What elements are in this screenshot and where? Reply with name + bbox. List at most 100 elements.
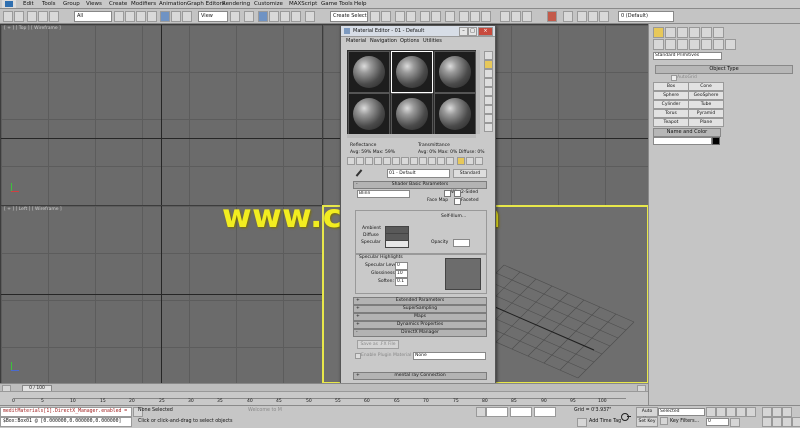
shapes-icon[interactable] [665,39,676,50]
lights-icon[interactable] [677,39,688,50]
menu-rendering[interactable]: Rendering [222,0,250,8]
two-sided-checkbox[interactable] [454,190,461,197]
menu-edit[interactable]: Edit [23,0,34,8]
tube-button[interactable]: Tube [688,100,724,109]
move-icon[interactable] [160,11,170,22]
material-map-navigator-icon[interactable] [484,123,493,132]
cylinder-button[interactable]: Cylinder [653,100,689,109]
options-icon[interactable] [475,157,483,165]
extended-parameters-rollout[interactable]: + Extended Parameters [353,297,487,305]
space-warps-icon[interactable] [713,39,724,50]
rendered-frame-window-icon[interactable] [470,11,480,22]
geosphere-button[interactable]: GeoSphere [688,91,724,100]
sample-type-icon[interactable] [484,51,493,60]
time-tag-icon[interactable] [577,418,587,427]
menu-group[interactable]: Group [63,0,80,8]
name-and-color-rollout[interactable]: Name and Color [653,128,721,137]
menu-material[interactable]: Material [346,37,366,45]
torus-button[interactable]: Torus [653,109,689,118]
menu-maxscript[interactable]: MAXScript [289,0,317,8]
assign-material-icon[interactable] [365,157,373,165]
sample-slot-1[interactable] [348,51,390,93]
snaps-toggle-icon[interactable] [258,11,268,22]
mental-ray-connection-rollout[interactable]: + mental ray Connection [353,372,487,380]
specular-level-field[interactable]: 0 [395,262,408,270]
helpers-icon[interactable] [701,39,712,50]
redo-icon[interactable] [14,11,24,22]
maxscript-listener-line1[interactable]: meditMaterials[1].DirectX_Manager.enable… [0,407,132,417]
utilities-tab-icon[interactable] [713,27,724,38]
next-frame-icon[interactable] [736,407,746,417]
sample-uv-tiling-icon[interactable] [484,78,493,87]
sample-slot-3[interactable] [434,51,476,93]
rectangular-selection-icon[interactable] [136,11,146,22]
add-to-layer-icon[interactable] [599,11,609,22]
material-id-channel-icon[interactable] [410,157,418,165]
plugin-material-dropdown[interactable]: None [413,352,486,360]
pyramid-button[interactable]: Pyramid [688,109,724,118]
z-coordinate-field[interactable] [534,407,556,417]
pick-from-object-icon[interactable] [466,157,474,165]
make-unique-icon[interactable] [392,157,400,165]
percent-snap-icon[interactable] [280,11,290,22]
cameras-icon[interactable] [689,39,700,50]
maximize-button[interactable]: □ [468,27,477,36]
edit-named-selection-icon[interactable] [305,11,315,22]
soften-field[interactable]: 0.1 [395,278,408,286]
background-icon[interactable] [484,69,493,78]
layer-manager-icon[interactable] [395,11,405,22]
modify-tab-icon[interactable] [665,27,676,38]
viewport-label-top[interactable]: [ + ] [ Top ] [ Wireframe ] [4,26,61,31]
close-button[interactable]: × [478,27,493,36]
align-icon[interactable] [381,11,391,22]
viewport-label-left[interactable]: [ + ] [ Left ] [ Wireframe ] [4,207,62,212]
key-filters-button[interactable]: Key Filters... [670,419,699,424]
make-copy-icon[interactable] [383,157,391,165]
go-to-end-icon[interactable] [746,407,756,417]
select-by-name-icon[interactable] [125,11,135,22]
go-to-start-icon[interactable] [706,407,716,417]
material-options-icon[interactable] [484,105,493,114]
menu-create[interactable]: Create [109,0,127,8]
object-color-swatch[interactable] [712,137,720,145]
slots-scrollbar-horizontal[interactable] [347,134,476,138]
pan-icon[interactable] [772,417,782,427]
menu-help[interactable]: Help [354,0,367,8]
material-editor-titlebar[interactable]: Material Editor - 01 - Default – □ × [341,26,495,37]
minimize-button[interactable]: – [459,27,468,36]
key-filters-icon[interactable] [660,417,668,425]
spinner-snap-icon[interactable] [291,11,301,22]
save-as-fx-button[interactable]: Save as .FX File [357,340,399,349]
menu-views[interactable]: Views [86,0,102,8]
orbit-icon[interactable] [782,417,792,427]
select-and-manipulate-icon[interactable] [244,11,254,22]
graphite-toolbar-icon[interactable] [406,11,416,22]
object-name-field[interactable] [653,137,712,145]
material-name-field[interactable]: 01 - Default [387,169,450,178]
menu-graph-editors[interactable]: Graph Editors [187,0,225,8]
bind-space-warp-icon[interactable] [49,11,59,22]
named-selection-set-field[interactable]: Create Selection Se [330,11,368,22]
angle-snap-icon[interactable] [269,11,279,22]
app-logo-icon[interactable] [2,0,16,8]
undo-icon[interactable] [3,11,13,22]
schematic-view-icon[interactable] [431,11,441,22]
reset-map-icon[interactable] [374,157,382,165]
material-editor-icon[interactable] [445,11,455,22]
go-to-parent-icon[interactable] [437,157,445,165]
motion-tab-icon[interactable] [689,27,700,38]
link-icon[interactable] [27,11,37,22]
material-editor-window[interactable]: Material Editor - 01 - Default – □ × Mat… [340,25,496,385]
glossiness-field[interactable]: 10 [395,270,408,278]
key-mode-dropdown[interactable]: Selected [658,408,705,416]
directx-manager-rollout[interactable]: - DirectX Manager [353,329,487,337]
sample-slot-6[interactable] [434,93,476,135]
lock-selection-icon[interactable] [476,407,486,417]
backlight-icon[interactable] [484,60,493,69]
object-type-rollout[interactable]: Object Type [655,65,793,74]
maxscript-listener-line2[interactable]: $Box:Box01 @ [0.000000,0.000000,0.000000… [0,417,132,427]
menu-animation[interactable]: Animation [159,0,187,8]
menu-options[interactable]: Options [400,37,419,45]
video-color-check-icon[interactable] [484,87,493,96]
previous-frame-icon[interactable] [716,407,726,417]
